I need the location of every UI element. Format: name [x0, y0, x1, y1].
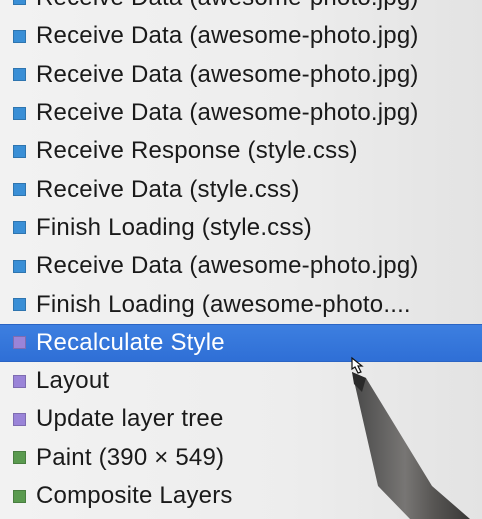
loading-category-swatch-icon	[13, 221, 26, 235]
rendering-category-swatch-icon	[13, 412, 26, 426]
painting-category-swatch-icon	[13, 489, 26, 503]
timeline-event-row[interactable]: Layout	[0, 362, 482, 400]
painting-category-swatch-icon	[13, 451, 26, 465]
event-label: Update layer tree	[36, 405, 224, 433]
timeline-event-row[interactable]: Receive Data (awesome-photo.jpg)	[0, 94, 482, 132]
loading-category-swatch-icon	[13, 298, 26, 312]
timeline-event-row[interactable]: Receive Data (awesome-photo.jpg)	[0, 247, 482, 285]
event-label: Receive Response (style.css)	[36, 137, 358, 165]
timeline-event-row[interactable]: Receive Data (awesome-photo.jpg)	[0, 0, 482, 17]
timeline-event-list: Receive Data (awesome-photo.jpg) Receive …	[0, 0, 482, 515]
timeline-event-row[interactable]: Finish Loading (awesome-photo....	[0, 285, 482, 323]
timeline-event-row[interactable]: Update layer tree	[0, 400, 482, 438]
event-label: Paint (390 × 549)	[36, 443, 225, 471]
event-label: Recalculate Style	[36, 328, 225, 356]
loading-category-swatch-icon	[13, 68, 26, 82]
timeline-event-row-selected[interactable]: Recalculate Style	[0, 323, 482, 362]
event-label: Receive Data (style.css)	[36, 175, 300, 203]
event-label: Receive Data (awesome-photo.jpg)	[36, 99, 419, 127]
timeline-event-row[interactable]: Finish Loading (style.css)	[0, 209, 482, 247]
loading-category-swatch-icon	[13, 183, 26, 197]
timeline-event-row[interactable]: Receive Data (awesome-photo.jpg)	[0, 17, 482, 55]
loading-category-swatch-icon	[13, 144, 26, 158]
timeline-records-panel: Receive Data (awesome-photo.jpg) Receive …	[0, 0, 482, 519]
timeline-event-row[interactable]: Receive Response (style.css)	[0, 132, 482, 170]
event-label: Receive Data (awesome-photo.jpg)	[36, 252, 419, 280]
timeline-event-row[interactable]: Receive Data (awesome-photo.jpg)	[0, 56, 482, 94]
event-label: Receive Data (awesome-photo.jpg)	[36, 22, 419, 50]
rendering-category-swatch-icon	[13, 336, 26, 350]
event-label: Finish Loading (style.css)	[36, 213, 312, 241]
rendering-category-swatch-icon	[13, 374, 26, 388]
event-label: Composite Layers	[36, 482, 233, 509]
loading-category-swatch-icon	[13, 106, 26, 120]
loading-category-swatch-icon	[13, 0, 26, 5]
loading-category-swatch-icon	[13, 29, 26, 43]
event-label: Receive Data (awesome-photo.jpg)	[36, 0, 419, 12]
loading-category-swatch-icon	[13, 259, 26, 273]
timeline-event-row[interactable]: Composite Layers	[0, 477, 482, 515]
timeline-event-row[interactable]: Receive Data (style.css)	[0, 170, 482, 208]
event-label: Receive Data (awesome-photo.jpg)	[36, 60, 419, 88]
timeline-event-row[interactable]: Paint (390 × 549)	[0, 439, 482, 477]
event-label: Layout	[36, 367, 110, 395]
event-label: Finish Loading (awesome-photo....	[36, 290, 411, 318]
